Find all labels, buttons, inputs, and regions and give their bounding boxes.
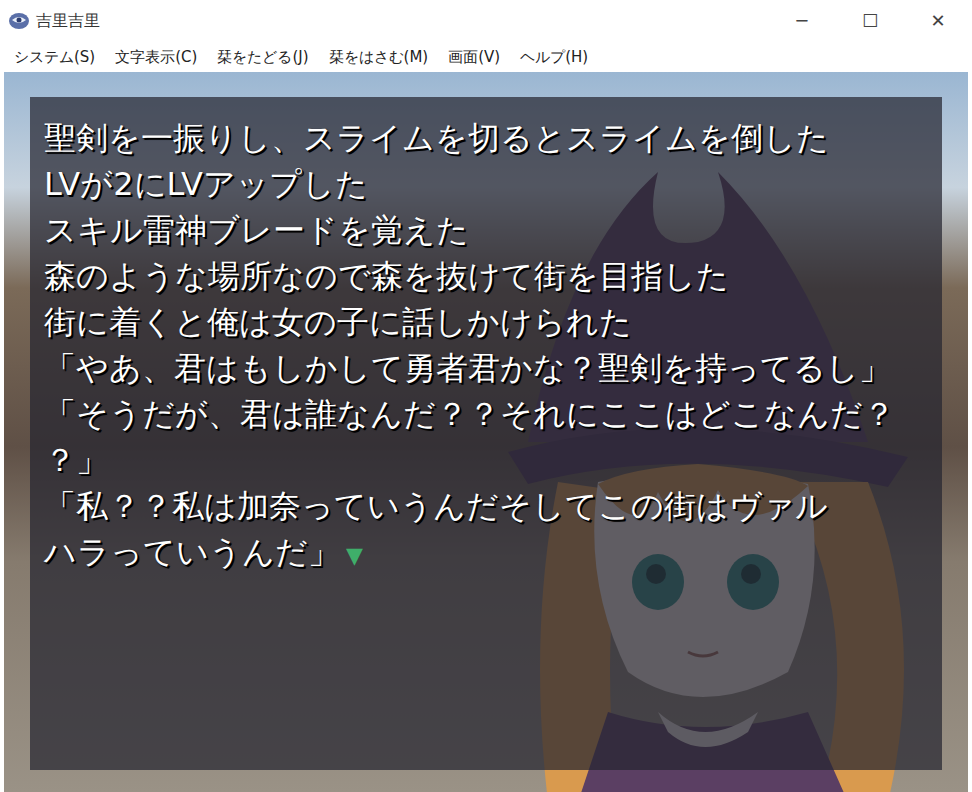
close-button[interactable]: ✕: [904, 0, 972, 42]
message-line: 「私？？私は加奈っていうんだそしてこの街はヴァル: [44, 483, 930, 529]
next-page-icon[interactable]: ▼: [346, 543, 363, 568]
app-icon: [8, 11, 30, 31]
message-line: 聖剣を一振りし、スライムを切るとスライムを倒した: [44, 115, 930, 161]
menu-item[interactable]: 栞をたどる(J): [209, 44, 316, 71]
menu-item[interactable]: ヘルプ(H): [512, 44, 596, 71]
message-line: ハラっていうんだ」▼: [44, 529, 930, 579]
maximize-button[interactable]: ☐: [836, 0, 904, 42]
menu-item[interactable]: システム(S): [6, 44, 103, 71]
menu-item[interactable]: 画面(V): [440, 44, 508, 71]
message-line: LVが2にLVアップした: [44, 161, 930, 207]
menu-item[interactable]: 栞をはさむ(M): [321, 44, 437, 71]
menu-item[interactable]: 文字表示(C): [107, 44, 205, 71]
game-screen[interactable]: 聖剣を一振りし、スライムを切るとスライムを倒したLVが2にLVアップしたスキル雷…: [4, 72, 968, 792]
message-window[interactable]: 聖剣を一振りし、スライムを切るとスライムを倒したLVが2にLVアップしたスキル雷…: [30, 97, 942, 770]
message-line: 森のような場所なので森を抜けて街を目指した: [44, 253, 930, 299]
menu-bar: システム(S)文字表示(C)栞をたどる(J)栞をはさむ(M)画面(V)ヘルプ(H…: [0, 42, 972, 72]
message-line: 「そうだが、君は誰なんだ？？それにここはどこなんだ？: [44, 391, 930, 437]
message-line: ？」: [44, 437, 930, 483]
minimize-button[interactable]: ─: [768, 0, 836, 42]
title-bar: 吉里吉里─☐✕: [0, 0, 972, 42]
message-line: 「やあ、君はもしかして勇者君かな？聖剣を持ってるし」: [44, 345, 930, 391]
app-window: 吉里吉里─☐✕システム(S)文字表示(C)栞をたどる(J)栞をはさむ(M)画面(…: [0, 0, 972, 792]
message-line: 街に着くと俺は女の子に話しかけられた: [44, 299, 930, 345]
window-title: 吉里吉里: [36, 9, 768, 33]
message-line: スキル雷神ブレードを覚えた: [44, 207, 930, 253]
